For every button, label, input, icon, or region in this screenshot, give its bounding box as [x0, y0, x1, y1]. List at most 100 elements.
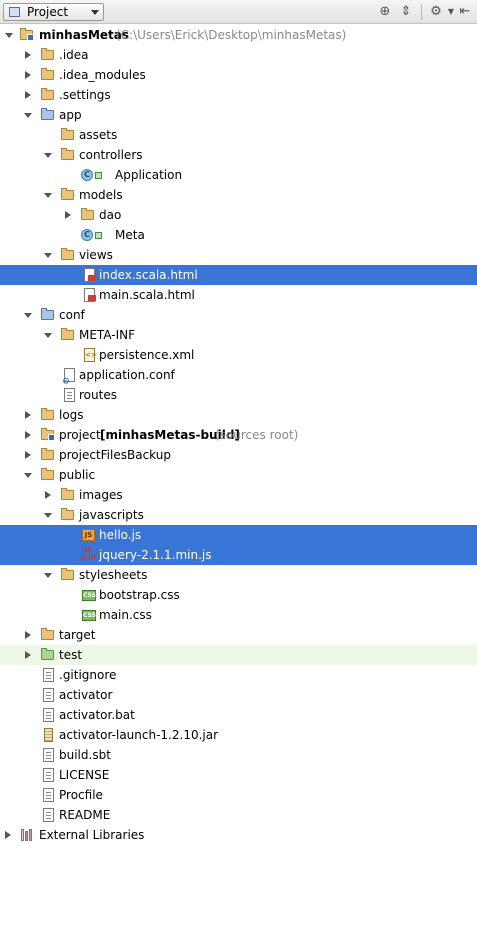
tree-item-bootstrap-css[interactable]: CSS bootstrap.css: [0, 585, 477, 605]
tree-item-activator-bat[interactable]: activator.bat: [0, 705, 477, 725]
view-selector-label: Project: [27, 5, 69, 19]
config-file-icon: [62, 367, 78, 392]
text-file-icon: [41, 667, 57, 683]
tree-item-models[interactable]: models: [0, 185, 477, 205]
tree-item-label: javascripts: [79, 508, 144, 522]
scroll-from-source-icon[interactable]: ⊕: [377, 4, 393, 20]
tree-item-external-libraries[interactable]: External Libraries: [0, 825, 477, 845]
tree-item-label: META-INF: [79, 328, 136, 342]
tree-item-readme[interactable]: README: [0, 805, 477, 825]
tree-item-application-conf[interactable]: application.conf: [0, 365, 477, 392]
tree-item-test[interactable]: test: [0, 645, 477, 665]
tree-item-persistence-xml[interactable]: <> persistence.xml: [0, 345, 477, 365]
expand-arrow-icon[interactable]: [43, 150, 53, 160]
collapse-arrow-icon[interactable]: [23, 90, 33, 100]
tree-item-label: application.conf: [79, 368, 175, 382]
tree-item-javascripts[interactable]: javascripts: [0, 505, 477, 525]
tree-item-procfile[interactable]: Procfile: [0, 785, 477, 805]
tree-item-application-class[interactable]: C Application: [0, 165, 477, 185]
tree-item-project[interactable]: project [minhasMetas-build] (sources roo…: [0, 425, 477, 445]
folder-icon: [40, 67, 56, 83]
collapse-arrow-icon[interactable]: [23, 50, 33, 60]
tree-item-activator-jar[interactable]: activator-launch-1.2.10.jar: [0, 725, 477, 745]
collapse-arrow-icon[interactable]: [23, 410, 33, 420]
tree-item-views[interactable]: views: [0, 245, 477, 265]
expand-arrow-icon[interactable]: [43, 510, 53, 520]
module-folder-icon: [19, 27, 35, 43]
expand-arrow-icon[interactable]: [23, 310, 33, 320]
tree-item-label: .settings: [59, 88, 111, 102]
tree-item-images[interactable]: images: [0, 485, 477, 505]
tree-item-main-css[interactable]: CSS main.css: [0, 605, 477, 625]
tree-item-idea-modules[interactable]: .idea_modules: [0, 65, 477, 85]
tree-item-label: images: [79, 488, 123, 502]
folder-icon: [60, 567, 76, 583]
expand-arrow-icon[interactable]: [43, 190, 53, 200]
tree-item-label: assets: [79, 128, 118, 142]
tree-item-label: .idea_modules: [59, 68, 146, 82]
tree-item-label: LICENSE: [59, 768, 110, 782]
tree-item-license[interactable]: LICENSE: [0, 765, 477, 785]
collapse-arrow-icon[interactable]: [23, 450, 33, 460]
tree-item-public[interactable]: public: [0, 465, 477, 485]
tree-item-index-scala-html[interactable]: index.scala.html: [0, 265, 477, 285]
collapse-arrow-icon[interactable]: [63, 210, 73, 220]
sources-root-hint: (sources root): [215, 428, 299, 442]
tree-item-idea[interactable]: .idea: [0, 45, 477, 65]
tree-item-label: main.css: [99, 608, 152, 622]
tree-item-activator[interactable]: activator: [0, 685, 477, 705]
collapse-arrow-icon[interactable]: [23, 650, 33, 660]
html-file-icon: [82, 287, 98, 303]
expand-arrow-icon[interactable]: [23, 470, 33, 480]
tree-item-app[interactable]: app: [0, 105, 477, 125]
tree-item-root[interactable]: minhasMetas (C:\Users\Erick\Desktop\minh…: [0, 25, 477, 45]
folder-icon: [60, 507, 76, 523]
expand-arrow-icon[interactable]: [4, 30, 14, 40]
hide-panel-icon[interactable]: ⇤: [457, 4, 473, 20]
expand-arrow-icon[interactable]: [43, 250, 53, 260]
collapse-arrow-icon[interactable]: [43, 490, 53, 500]
tree-item-settings[interactable]: .settings: [0, 85, 477, 105]
tree-item-jquery-js[interactable]: 1JS 0.10 jquery-2.1.1.min.js: [0, 545, 477, 565]
tree-item-routes[interactable]: routes: [0, 385, 477, 405]
tree-item-assets[interactable]: assets: [0, 125, 477, 145]
folder-icon: [60, 127, 76, 143]
tree-item-label: app: [59, 108, 82, 122]
tree-item-meta-class[interactable]: C Meta: [0, 225, 477, 245]
tree-item-controllers[interactable]: controllers: [0, 145, 477, 165]
tree-item-label: bootstrap.css: [99, 588, 180, 602]
tree-item-label: public: [59, 468, 96, 482]
folder-icon: [40, 467, 56, 483]
tree-item-gitignore[interactable]: .gitignore: [0, 665, 477, 685]
tree-item-label: models: [79, 188, 123, 202]
collapse-all-icon[interactable]: ⇕: [398, 4, 414, 20]
lock-icon: [95, 172, 102, 179]
tree-item-label: stylesheets: [79, 568, 148, 582]
tree-item-project-files-backup[interactable]: projectFilesBackup: [0, 445, 477, 465]
class-icon: C: [80, 227, 102, 243]
collapse-arrow-icon[interactable]: [23, 430, 33, 440]
tree-item-logs[interactable]: logs: [0, 405, 477, 425]
collapse-arrow-icon[interactable]: [3, 830, 13, 840]
settings-gear-icon[interactable]: ⚙: [428, 4, 444, 20]
tree-item-build-sbt[interactable]: build.sbt: [0, 745, 477, 765]
tree-item-meta-inf[interactable]: META-INF: [0, 325, 477, 345]
tree-item-conf[interactable]: conf: [0, 305, 477, 325]
tree-item-label: dao: [99, 208, 122, 222]
expand-arrow-icon[interactable]: [43, 570, 53, 580]
collapse-arrow-icon[interactable]: [23, 70, 33, 80]
tree-item-target[interactable]: target: [0, 625, 477, 645]
expand-arrow-icon[interactable]: [43, 330, 53, 340]
tree-item-main-scala-html[interactable]: main.scala.html: [0, 285, 477, 305]
tree-item-label: Meta: [115, 228, 145, 242]
view-selector-dropdown[interactable]: Project: [3, 3, 104, 21]
tree-item-hello-js[interactable]: JS hello.js: [0, 525, 477, 545]
folder-icon: [40, 407, 56, 423]
tree-item-label: External Libraries: [39, 828, 145, 842]
tree-item-stylesheets[interactable]: stylesheets: [0, 565, 477, 585]
tree-item-label: main.scala.html: [99, 288, 195, 302]
xml-file-icon: <>: [82, 347, 98, 363]
collapse-arrow-icon[interactable]: [23, 630, 33, 640]
tree-item-dao[interactable]: dao: [0, 205, 477, 225]
expand-arrow-icon[interactable]: [23, 110, 33, 120]
